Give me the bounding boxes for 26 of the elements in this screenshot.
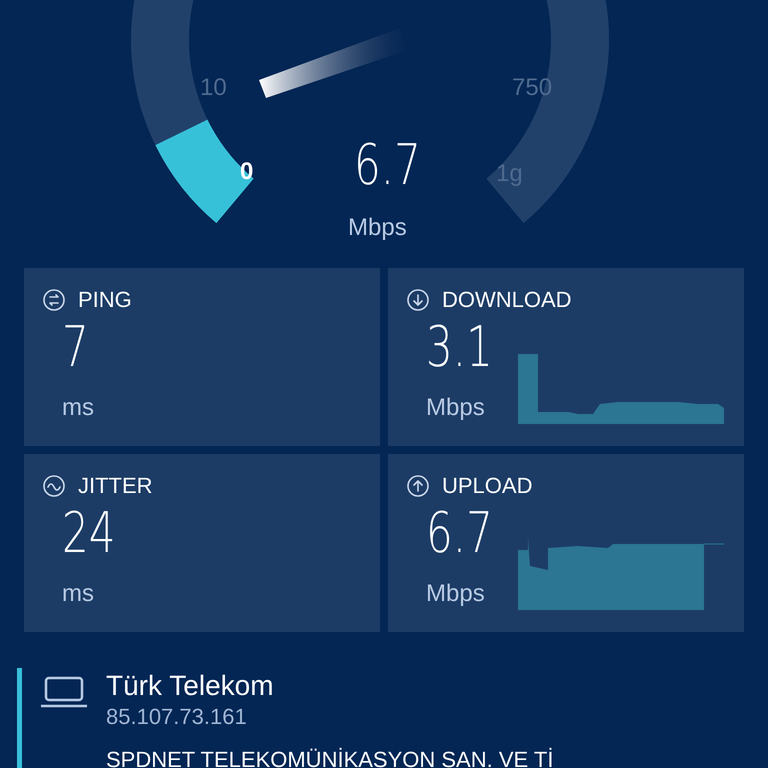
metric-label: PING: [78, 289, 132, 311]
server-name: SPDNET TELEKOMÜNİKASYON SAN. VE Tİ: [106, 746, 554, 768]
metric-value: 7: [62, 320, 89, 376]
jitter-icon: [42, 474, 66, 498]
metric-unit: Mbps: [426, 393, 486, 423]
metric-label: UPLOAD: [442, 475, 532, 497]
gauge-tick-label: 0: [240, 157, 254, 187]
metric-value: 6.7: [426, 506, 493, 562]
metric-unit: ms: [62, 579, 95, 609]
gauge-tick-label: 10: [200, 73, 227, 103]
speed-unit: Mbps: [348, 213, 407, 243]
download-icon: [406, 288, 430, 312]
ping-icon: [42, 288, 66, 312]
gauge-tick-label: 750: [512, 73, 552, 103]
metric-label: DOWNLOAD: [442, 289, 572, 311]
gauge-tick-label: 1g: [496, 159, 523, 189]
metric-unit: ms: [62, 393, 95, 423]
provider-name: Türk Telekom: [106, 669, 275, 703]
upload-icon: [406, 474, 430, 498]
metric-value: 3.1: [426, 320, 493, 376]
metric-unit: Mbps: [426, 579, 486, 609]
ip-address: 85.107.73.161: [106, 703, 248, 730]
speed-value: 6.7: [354, 138, 421, 194]
metric-label: JITTER: [78, 475, 153, 497]
metric-value: 24: [62, 506, 116, 562]
laptop-icon: [40, 676, 88, 708]
